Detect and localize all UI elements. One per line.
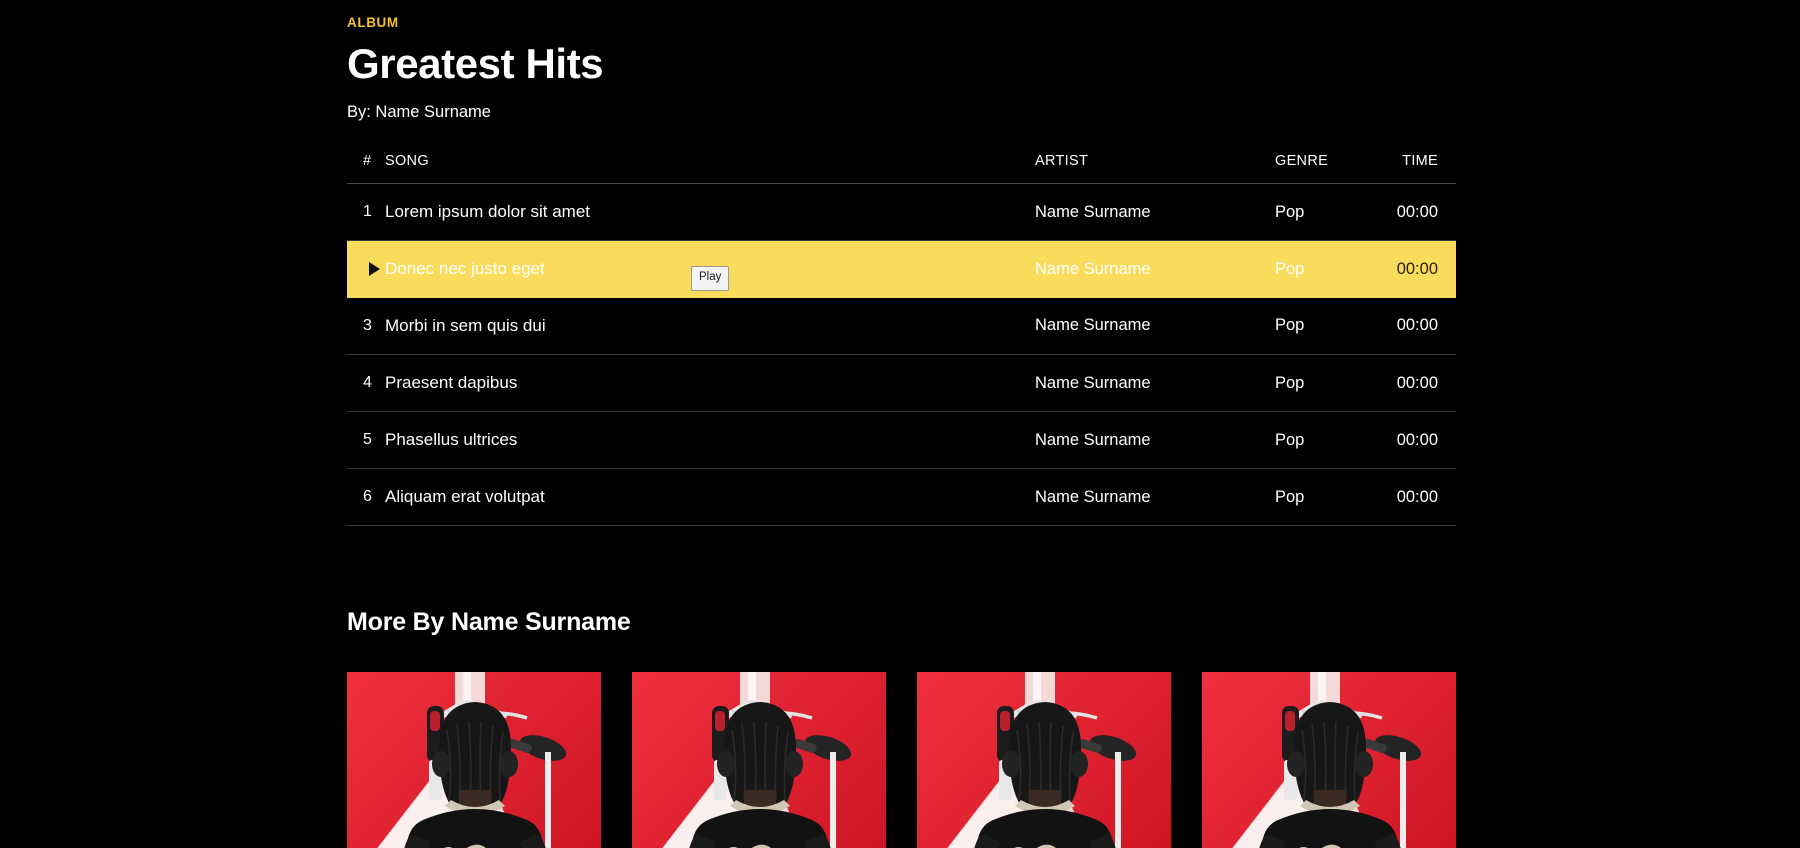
more-by-card-grid xyxy=(347,672,1456,848)
table-row[interactable]: 5 Phasellus ultrices Name Surname Pop 00… xyxy=(347,411,1456,470)
table-header-row: # SONG ARTIST GENRE TIME xyxy=(347,153,1456,185)
track-artist: Name Surname xyxy=(1035,354,1275,413)
track-time: 00:00 xyxy=(1385,240,1456,298)
album-artwork-4 xyxy=(1202,672,1456,848)
track-time: 00:00 xyxy=(1385,183,1456,242)
table-row[interactable]: 3 Morbi in sem quis dui Name Surname Pop… xyxy=(347,297,1456,356)
page-title: Greatest Hits xyxy=(347,40,604,88)
table-row[interactable]: 1 Lorem ipsum dolor sit amet Name Surnam… xyxy=(347,183,1456,242)
track-genre: Pop xyxy=(1275,240,1385,298)
column-header-song: SONG xyxy=(385,153,1035,185)
album-card[interactable] xyxy=(347,672,601,848)
column-header-time: TIME xyxy=(1385,153,1456,185)
track-artist: Name Surname xyxy=(1035,468,1275,527)
track-title: Phasellus ultrices xyxy=(385,411,1035,470)
column-header-number: # xyxy=(347,153,385,185)
play-button[interactable] xyxy=(347,240,385,298)
album-card[interactable] xyxy=(917,672,1171,848)
table-row[interactable]: 4 Praesent dapibus Name Surname Pop 00:0… xyxy=(347,354,1456,413)
content-column: ALBUM Greatest Hits By: Name Surname # S… xyxy=(347,0,1456,848)
track-artist: Name Surname xyxy=(1035,240,1275,298)
track-genre: Pop xyxy=(1275,183,1385,242)
table-row-playing[interactable]: Donec nec justo eget Play Name Surname P… xyxy=(347,240,1456,298)
track-genre: Pop xyxy=(1275,468,1385,527)
track-time: 00:00 xyxy=(1385,411,1456,470)
track-table: # SONG ARTIST GENRE TIME 1 Lorem ipsum d… xyxy=(347,153,1456,527)
track-title: Aliquam erat volutpat xyxy=(385,468,1035,527)
track-genre: Pop xyxy=(1275,297,1385,356)
play-triangle-icon[interactable] xyxy=(369,262,380,277)
album-artwork-2 xyxy=(632,672,886,848)
track-title: Morbi in sem quis dui xyxy=(385,297,1035,356)
track-title-cell: Donec nec justo eget Play xyxy=(385,240,1035,298)
album-byline: By: Name Surname xyxy=(347,103,491,122)
column-header-genre: GENRE xyxy=(1275,153,1385,185)
track-genre: Pop xyxy=(1275,354,1385,413)
track-title: Praesent dapibus xyxy=(385,354,1035,413)
track-time: 00:00 xyxy=(1385,297,1456,356)
track-number: 1 xyxy=(347,183,385,242)
track-title: Donec nec justo eget xyxy=(385,259,545,279)
track-number: 6 xyxy=(347,468,385,527)
track-number: 5 xyxy=(347,411,385,470)
column-header-artist: ARTIST xyxy=(1035,153,1275,185)
play-tooltip: Play xyxy=(691,266,730,291)
track-number: 4 xyxy=(347,354,385,413)
track-time: 00:00 xyxy=(1385,468,1456,527)
more-by-heading: More By Name Surname xyxy=(347,608,631,637)
album-card[interactable] xyxy=(1202,672,1456,848)
track-table-body: 1 Lorem ipsum dolor sit amet Name Surnam… xyxy=(347,183,1456,527)
track-artist: Name Surname xyxy=(1035,183,1275,242)
track-artist: Name Surname xyxy=(1035,411,1275,470)
track-time: 00:00 xyxy=(1385,354,1456,413)
track-title: Lorem ipsum dolor sit amet xyxy=(385,183,1035,242)
track-table-head: # SONG ARTIST GENRE TIME xyxy=(347,153,1456,185)
track-genre: Pop xyxy=(1275,411,1385,470)
album-artwork-3 xyxy=(917,672,1171,848)
album-card[interactable] xyxy=(632,672,886,848)
table-row[interactable]: 6 Aliquam erat volutpat Name Surname Pop… xyxy=(347,468,1456,527)
album-type-label: ALBUM xyxy=(347,15,399,30)
track-number: 3 xyxy=(347,297,385,356)
album-artwork-1 xyxy=(347,672,601,848)
album-page: ALBUM Greatest Hits By: Name Surname # S… xyxy=(0,0,1800,848)
track-artist: Name Surname xyxy=(1035,297,1275,356)
